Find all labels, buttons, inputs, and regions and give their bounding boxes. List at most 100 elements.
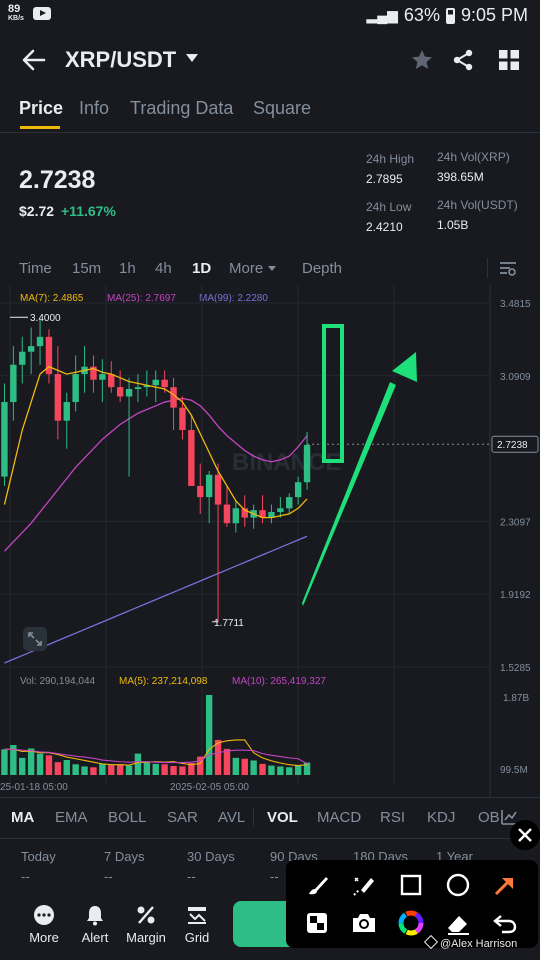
battery-percent: 63% (403, 5, 440, 25)
close-drawing-icon[interactable] (510, 820, 540, 850)
chart-settings-icon[interactable] (499, 260, 517, 276)
youtube-icon (33, 7, 51, 20)
rectangle-tool-icon[interactable] (396, 870, 426, 900)
divider (0, 838, 540, 839)
pair-dropdown-icon[interactable] (186, 54, 198, 62)
alert-label: Alert (81, 930, 109, 945)
battery-icon (445, 7, 455, 24)
fullscreen-icon[interactable] (22, 626, 48, 652)
credit-text: @Alex Harrison (440, 938, 518, 950)
volume-bar (27, 748, 35, 775)
ind-kdj[interactable]: KDJ (427, 809, 455, 826)
perf-90d-value: -- (270, 869, 279, 884)
mosaic-icon[interactable] (302, 908, 332, 938)
pair-title[interactable]: XRP/USDT (65, 47, 176, 73)
more-label: More (29, 930, 59, 945)
volume-bar (232, 757, 240, 775)
volume-bar (241, 758, 248, 775)
tf-separator (487, 258, 488, 278)
perf-today-label: Today (21, 849, 56, 864)
undo-icon[interactable] (490, 908, 520, 938)
candle (223, 504, 231, 524)
bell-icon (87, 906, 103, 926)
stat-high-value: 2.7895 (366, 172, 403, 186)
volume-bar (277, 766, 284, 775)
tab-trading-data[interactable]: Trading Data (130, 98, 233, 119)
tab-info[interactable]: Info (79, 98, 109, 119)
tf-depth[interactable]: Depth (302, 260, 342, 277)
perf-30d-value: -- (187, 869, 196, 884)
candle (170, 387, 177, 408)
volume-bar (99, 763, 106, 775)
circle-tool-icon[interactable] (443, 870, 473, 900)
pen-icon[interactable] (302, 870, 332, 900)
candle (214, 474, 222, 505)
alert-button[interactable]: Alert (70, 904, 120, 945)
candle (152, 379, 159, 386)
ind-ma[interactable]: MA (11, 809, 34, 826)
last-price-label: 2.7238 (497, 440, 528, 451)
volume-bar (72, 764, 79, 775)
volume-bars: 1.87B 99.5M 25-01-18 05:00 2025-02-05 05:00 (0, 693, 529, 793)
margin-button[interactable]: Margin (121, 904, 171, 945)
divider (0, 132, 540, 133)
candle (197, 485, 204, 498)
candle (116, 387, 124, 397)
candle (72, 374, 79, 403)
drawn-arrow-head (392, 352, 417, 382)
star-icon[interactable] (410, 48, 434, 72)
drawing-toolbar (286, 860, 538, 948)
ind-rsi[interactable]: RSI (380, 809, 405, 826)
tf-time[interactable]: Time (19, 260, 52, 277)
back-arrow-icon[interactable] (20, 46, 48, 74)
tf-more[interactable]: More (229, 260, 263, 277)
tf-1h[interactable]: 1h (119, 260, 136, 277)
ind-vol[interactable]: VOL (267, 809, 298, 826)
tf-15m[interactable]: 15m (72, 260, 101, 277)
volume-ma10-legend: MA(10): 265,419,327 (232, 676, 326, 687)
y-tick-label: 1.9192 (500, 590, 531, 601)
volume-bar (143, 761, 151, 775)
volume-legend: Vol: 290,194,044 (20, 676, 96, 687)
grid-layout-icon[interactable] (497, 48, 521, 72)
tf-1d[interactable]: 1D (192, 260, 211, 277)
candle (134, 387, 142, 390)
highlighter-icon[interactable] (349, 870, 379, 900)
camera-icon[interactable] (349, 908, 379, 938)
share-icon[interactable] (451, 48, 475, 72)
ind-ema[interactable]: EMA (55, 809, 88, 826)
perf-30d-label: 30 Days (187, 849, 235, 864)
arrow-tool-icon[interactable] (490, 870, 520, 900)
stat-high-label: 24h High (366, 152, 415, 166)
candle (108, 374, 115, 388)
y-axis: 3.4000 1.7711 3.4815 3.0909 2.7238 2.3097 1.91… (10, 299, 539, 674)
usd-price: $2.72 (19, 203, 55, 219)
candle (205, 474, 213, 498)
more-button[interactable]: More (19, 904, 69, 945)
ind-boll[interactable]: BOLL (108, 809, 146, 826)
ma99-path (4, 535, 308, 664)
ind-macd[interactable]: MACD (317, 809, 361, 826)
y-tick-label: 3.4815 (500, 299, 531, 310)
color-picker-icon[interactable] (396, 908, 426, 938)
tab-square[interactable]: Square (253, 98, 311, 119)
clock: 9:05 PM (460, 5, 528, 25)
ind-ob[interactable]: OB (478, 809, 500, 826)
tf-more-chevron-icon[interactable] (268, 266, 276, 271)
tf-4h[interactable]: 4h (155, 260, 172, 277)
price-chart[interactable]: BINANCE 1.87B99.5M25-01-18 05:00 2025-02-… (0, 285, 540, 797)
candle (19, 351, 26, 365)
tab-price[interactable]: Price (19, 98, 63, 119)
grid-button[interactable]: Grid (172, 904, 222, 945)
candle (294, 482, 302, 498)
candle (161, 379, 168, 388)
volume-bar (63, 760, 70, 775)
price-change: +11.67% (61, 203, 116, 219)
status-bar: 89 KB/s ▂▄▆ 63% 9:05 PM (0, 0, 540, 32)
ind-sar[interactable]: SAR (167, 809, 198, 826)
x-axis-label: 25-01-18 05:00 (0, 782, 68, 793)
ind-avl[interactable]: AVL (218, 809, 245, 826)
candle (63, 402, 70, 421)
ma99-line (4, 535, 308, 664)
eraser-icon[interactable] (443, 908, 473, 938)
